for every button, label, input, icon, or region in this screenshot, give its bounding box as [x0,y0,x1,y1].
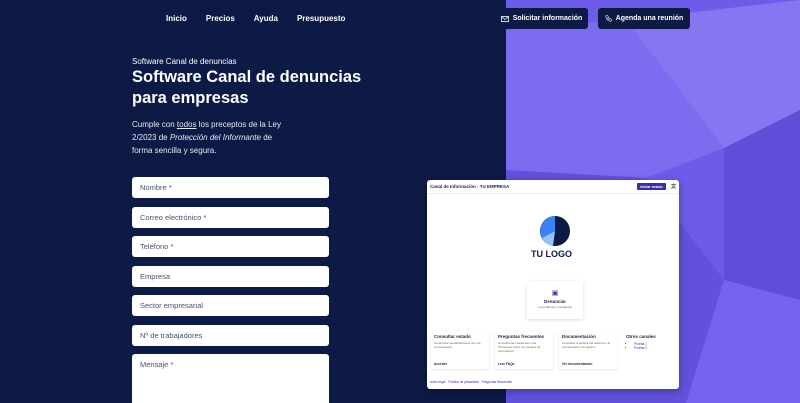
mock-footer: Aviso legal Política de privacidad Pregunt… [430,380,512,384]
schedule-meeting-button[interactable]: Agenda una reunión [598,8,690,29]
mock-columns: Consultar estado Comprobar actualizacion… [431,332,679,369]
hero-eyebrow: Software Canal de denuncias [132,57,237,66]
company-field[interactable]: Empresa [132,265,329,287]
mock-title: Canal de Información - TU EMPRESA [430,184,510,189]
sector-field[interactable]: Sector empresarial [132,295,329,316]
name-field[interactable]: Nombre * [132,177,329,198]
mail-icon [500,15,509,22]
message-field[interactable]: Mensaje * [132,354,329,403]
document-icon: ▣ [551,290,559,297]
mock-col-faq: Preguntas frecuentes Consulta las cuesti… [495,332,553,369]
mock-col-other: Otros canales Prueba 1 Prueba 2 [623,332,679,369]
mock-logo-text: TU LOGO [531,249,572,259]
mock-col-status: Consultar estado Comprobar actualizacion… [431,332,489,369]
logo-icon [540,216,570,246]
mock-login-button: Iniciar sesión [637,183,666,190]
nav-inicio[interactable]: Inicio [166,14,187,23]
main-nav: Inicio Precios Ayuda Presupuesto [166,14,345,23]
employees-field[interactable]: Nº de trabajadores [132,324,329,346]
phone-icon [605,15,612,22]
phone-field[interactable]: Teléfono * [132,236,329,257]
hero-description: Cumple con todos los preceptos de la Ley… [132,120,281,155]
mock-report-card: ▣ Denunciar en problema o incidencia [527,281,583,319]
request-info-label: Solicitar información [512,15,583,22]
nav-precios[interactable]: Precios [206,14,235,23]
request-info-button[interactable]: Solicitar información [495,8,588,29]
nav-presupuesto[interactable]: Presupuesto [297,14,345,23]
schedule-meeting-label: Agenda una reunión [615,15,684,22]
email-field[interactable]: Correo electrónico * [132,206,329,228]
product-preview-mockup: Canal de Información - TU EMPRESA Inicia… [427,180,679,389]
contact-form: Nombre * Correo electrónico * Teléfono *… [132,177,329,403]
nav-ayuda[interactable]: Ayuda [254,14,278,23]
translate-icon: 文 [671,184,677,190]
mock-header: Canal de Información - TU EMPRESA Inicia… [427,180,679,194]
mock-col-docs: Documentación Consultar la política del … [559,332,617,369]
todos-link[interactable]: todos [177,120,197,129]
hero-title: Software Canal de denuncias para empresa… [132,68,362,107]
